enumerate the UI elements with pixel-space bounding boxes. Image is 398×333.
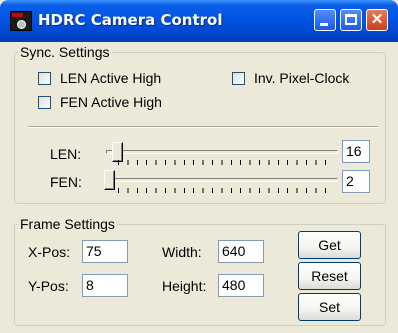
window-title: HDRC Camera Control — [38, 11, 223, 29]
close-button[interactable]: ✕ — [366, 9, 388, 31]
frame-settings-label: Frame Settings — [18, 216, 117, 232]
set-button[interactable]: Set — [298, 293, 361, 321]
len-label: LEN: — [50, 146, 82, 162]
camera-control-window: HDRC Camera Control ✕ Sync. Settings LEN… — [0, 0, 398, 333]
close-icon: ✕ — [370, 11, 384, 28]
width-input[interactable]: 640 — [218, 240, 264, 263]
len-active-high-checkbox[interactable] — [38, 72, 51, 85]
minimize-button[interactable] — [314, 9, 336, 31]
fen-slider-track[interactable] — [106, 178, 338, 182]
sync-divider — [28, 126, 378, 128]
fen-value-field[interactable]: 2 — [342, 170, 370, 193]
len-slider-thumb[interactable] — [112, 142, 123, 162]
xpos-label: X-Pos: — [28, 244, 71, 260]
inv-pixel-clock-label: Inv. Pixel-Clock — [254, 70, 350, 86]
ypos-input[interactable]: 8 — [82, 274, 128, 297]
len-slider-ticks — [118, 160, 334, 165]
ypos-label: Y-Pos: — [28, 278, 69, 294]
width-label: Width: — [162, 244, 202, 260]
fen-slider-thumb[interactable] — [104, 170, 115, 190]
len-value-field[interactable]: 16 — [342, 140, 370, 163]
fen-slider-ticks — [118, 188, 334, 193]
app-camera-icon[interactable] — [10, 11, 32, 31]
sync-settings-label: Sync. Settings — [18, 44, 112, 60]
fen-active-high-label: FEN Active High — [60, 94, 162, 110]
xpos-input[interactable]: 75 — [82, 240, 128, 263]
inv-pixel-clock-checkbox[interactable] — [232, 72, 245, 85]
get-button[interactable]: Get — [298, 231, 361, 259]
len-active-high-label: LEN Active High — [60, 70, 162, 86]
height-label: Height: — [162, 278, 207, 294]
minimize-icon — [320, 23, 328, 26]
maximize-button[interactable] — [340, 9, 362, 31]
fen-active-high-checkbox[interactable] — [38, 96, 51, 109]
height-input[interactable]: 480 — [218, 274, 264, 297]
reset-button[interactable]: Reset — [298, 262, 361, 290]
len-slider-track[interactable] — [106, 150, 338, 154]
title-bar[interactable]: HDRC Camera Control ✕ — [0, 0, 398, 42]
fen-label: FEN: — [50, 174, 82, 190]
maximize-icon — [345, 14, 357, 25]
